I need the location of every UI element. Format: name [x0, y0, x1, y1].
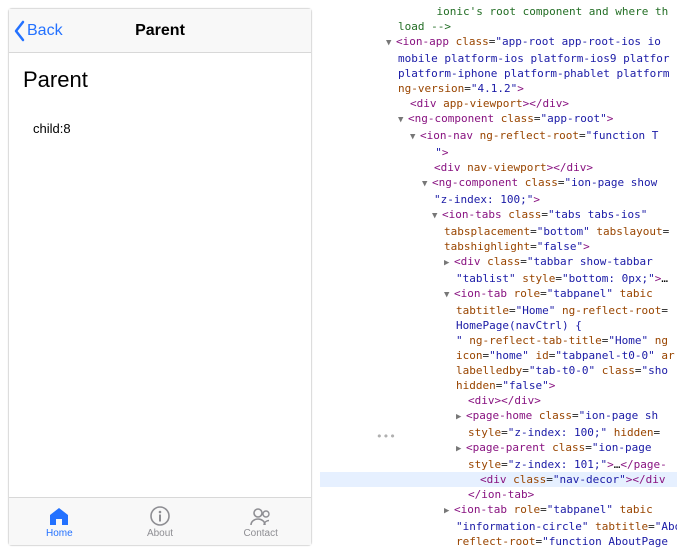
- back-label: Back: [27, 22, 63, 40]
- page-content: Parent child:8: [9, 53, 311, 497]
- nav-header: Back Parent: [9, 9, 311, 53]
- ellipsis-icon: •••: [376, 429, 394, 444]
- tab-label: About: [147, 528, 173, 539]
- contacts-icon: [249, 505, 273, 527]
- chevron-left-icon: [13, 20, 27, 42]
- tab-contact[interactable]: Contact: [210, 498, 311, 545]
- phone-preview: Back Parent Parent child:8 Home: [8, 8, 312, 546]
- tab-label: Contact: [243, 528, 277, 539]
- child-text: child:8: [33, 121, 299, 136]
- tab-about[interactable]: About: [110, 498, 211, 545]
- tab-home[interactable]: Home: [9, 498, 110, 545]
- info-circle-icon: [148, 505, 172, 527]
- highlighted-row[interactable]: <div class="nav-decor"></div: [320, 472, 677, 487]
- page-title: Parent: [23, 67, 299, 93]
- tab-bar: Home About Contact: [9, 497, 311, 545]
- tab-label: Home: [46, 528, 73, 539]
- home-icon: [47, 505, 71, 527]
- devtools-elements-panel[interactable]: ionic's root component and where th load…: [320, 0, 677, 552]
- back-button[interactable]: Back: [9, 20, 63, 42]
